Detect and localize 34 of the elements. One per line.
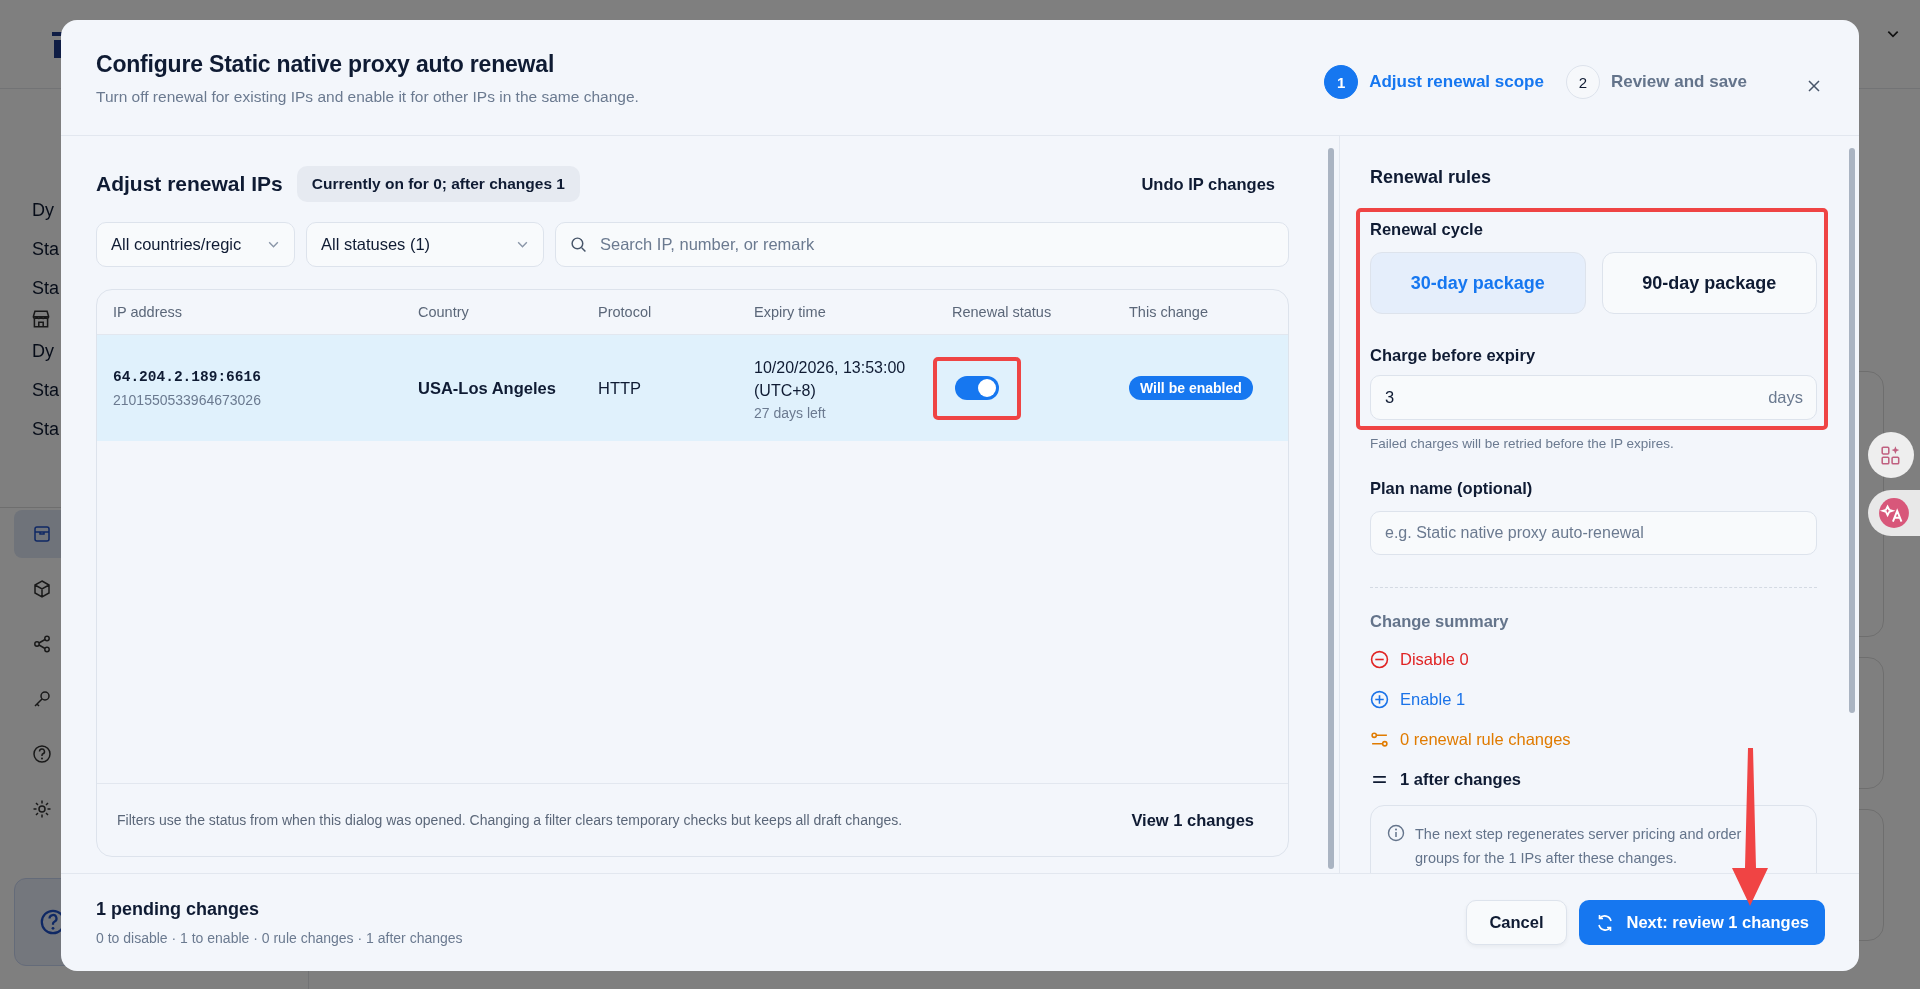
column-header: IP address xyxy=(113,304,184,320)
column-header: Country xyxy=(418,304,470,320)
field-label: Charge before expiry xyxy=(1370,346,1537,365)
expiry-time: 10/20/2026, 13:53:00 (UTC+8) xyxy=(754,357,907,401)
section-title: Renewal rules xyxy=(1370,167,1493,188)
step-number: 2 xyxy=(1565,65,1600,99)
days-left: 27 days left xyxy=(754,404,827,421)
count-badge: Currently on for 0; after changes 1 xyxy=(296,166,580,202)
column-header: Renewal status xyxy=(952,304,1053,320)
summary-item: 0 renewal rule changes xyxy=(1400,729,1571,749)
ip-address: 64.204.2.189:6616 xyxy=(113,368,262,385)
summary-item: 1 after changes xyxy=(1400,769,1522,789)
pending-details: 0 to disable · 1 to enable · 0 rule changes · 1 after changes xyxy=(96,930,463,946)
field-label: Renewal cycle xyxy=(1370,220,1484,239)
column-header: Expiry time xyxy=(754,304,827,320)
summary-item: Disable 0 xyxy=(1400,649,1469,669)
step-number: 1 xyxy=(1324,65,1359,99)
table-cell-text: USA-Los Angeles xyxy=(418,378,557,398)
dialog-subtitle: Turn off renewal for existing IPs and enable it for other IPs in the same change. xyxy=(96,88,639,106)
column-header: This change xyxy=(1129,304,1209,320)
summary-title: Change summary xyxy=(1370,612,1510,631)
help-text: Failed charges will be retried before the IP expires. xyxy=(1370,436,1675,451)
unit-label: days xyxy=(1768,388,1803,407)
section-title: Adjust renewal IPs xyxy=(96,172,283,196)
info-text: The next step regenerates server pricing and order groups for the 1 IPs after these changes. xyxy=(1415,825,1743,868)
filter-note: Filters use the status from when this dialog was opened. Changing a filter clears temporary checks but keeps all draft changes. xyxy=(117,812,903,828)
table-cell-text: HTTP xyxy=(598,378,643,398)
ip-number: 2101550533964673026 xyxy=(113,391,262,408)
summary-item: Enable 1 xyxy=(1400,689,1466,709)
status-badge: Will be enabled xyxy=(1129,376,1253,400)
pending-title: 1 pending changes xyxy=(96,899,261,920)
column-header: Protocol xyxy=(598,304,653,320)
dialog-title: Configure Static native proxy auto renewal xyxy=(96,51,556,78)
field-label: Plan name (optional) xyxy=(1370,479,1534,498)
